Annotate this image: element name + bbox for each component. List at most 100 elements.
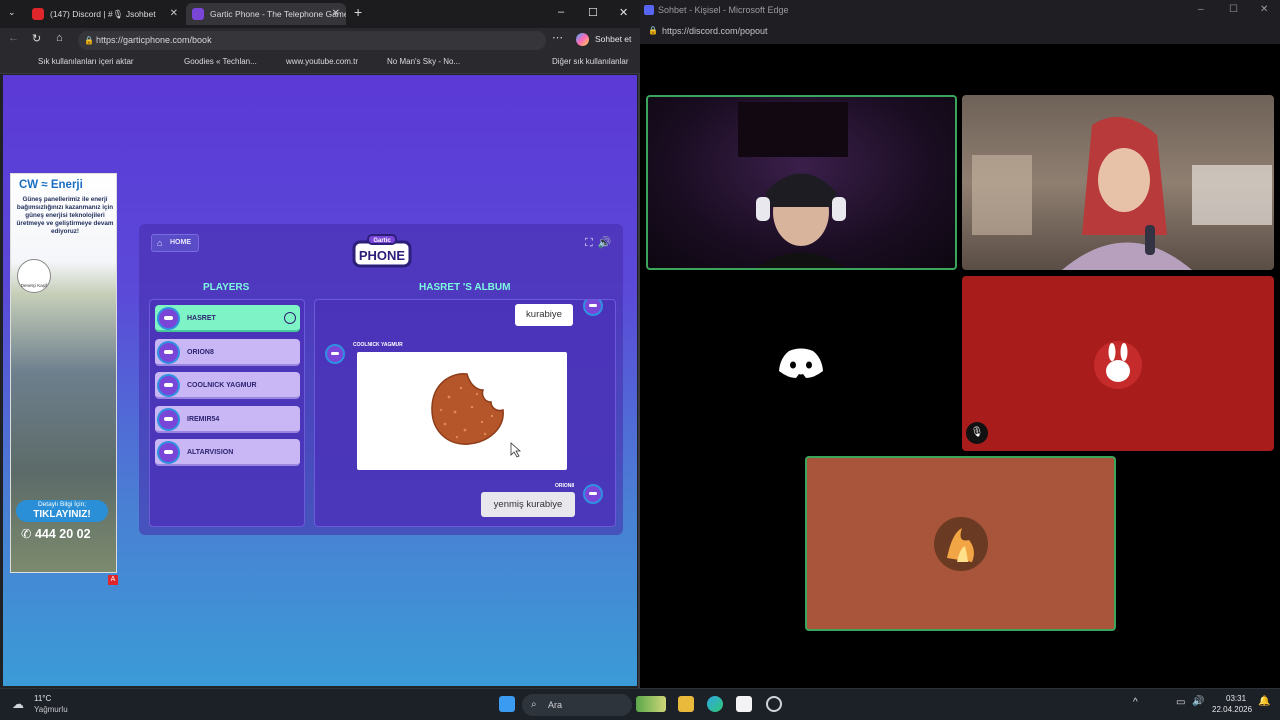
weather-temp: 11°C	[34, 694, 52, 703]
address-bar: 🔒 https://discord.com/popout	[640, 20, 1280, 44]
player-avatar	[157, 441, 180, 464]
player-name: HASRET	[187, 315, 216, 322]
chat-button[interactable]: Sohbet et	[595, 34, 631, 44]
bookmark-import[interactable]: Sık kullanılanları içeri aktar	[38, 57, 134, 66]
album-view: kurabiye COOLNICK YAGMUR ORION8 yenmiş k…	[314, 299, 616, 527]
start-icon[interactable]	[499, 696, 515, 712]
solar-ad[interactable]: CW ≈ Enerji Güneş panellerimiz ile enerj…	[10, 173, 117, 573]
guesser-avatar	[583, 300, 603, 316]
new-tab-button[interactable]: +	[354, 4, 362, 20]
tile-bunny-avatar[interactable]: 🎙	[962, 276, 1274, 451]
ad-phone-number: 444 20 02	[34, 527, 91, 541]
ad-cta-button[interactable]: Detaylı Bilgi İçin; TIKLAYINIZ!	[16, 500, 108, 522]
home-icon[interactable]: ⌂	[56, 32, 63, 44]
discord-logo-icon	[779, 348, 823, 378]
bookmark-other[interactable]: Diğer sık kullanılanlar	[552, 57, 628, 66]
copilot-icon[interactable]	[576, 33, 589, 46]
drawer-name: COOLNICK YAGMUR	[353, 342, 403, 348]
cookie-drawing	[431, 373, 522, 458]
player-avatar	[157, 341, 180, 364]
weather-icon[interactable]: ☁	[12, 697, 24, 711]
player-name: ALTARVISION	[187, 449, 234, 456]
video-tile-1[interactable]	[646, 95, 957, 270]
maximize-button[interactable]: ☐	[1229, 0, 1238, 20]
player-avatar	[157, 374, 180, 397]
player-status-icon	[284, 312, 296, 324]
refresh-icon[interactable]: ↻	[32, 32, 41, 45]
ad-phone: ✆ 444 20 02	[21, 527, 91, 541]
volume-icon[interactable]: 🔊	[598, 237, 617, 249]
bookmarks-bar: Sık kullanılanları içeri aktar Goodies «…	[0, 52, 640, 74]
tab-discord[interactable]: (147) Discord | #🎙 Jsohbet ✕	[26, 3, 184, 25]
discord-browser-window: Sohbet - Kişisel - Microsoft Edge – ☐ ✕ …	[640, 0, 1280, 688]
player-item[interactable]: IREMIR54	[155, 406, 300, 433]
minimize-button[interactable]: –	[558, 6, 564, 18]
drawer-avatar	[325, 344, 345, 364]
fire-avatar-icon	[934, 517, 988, 571]
ad-badge[interactable]: A	[108, 575, 118, 585]
home-label: HOME	[170, 239, 191, 246]
bookmark-goodies[interactable]: Goodies « Techlan...	[184, 57, 257, 66]
bunny-avatar-icon	[1094, 341, 1142, 389]
players-title: PLAYERS	[203, 282, 250, 293]
muted-mic-icon: 🎙	[966, 422, 988, 444]
fullscreen-icon[interactable]: ⛶	[585, 237, 598, 249]
home-button[interactable]: ⌂ HOME	[151, 234, 199, 252]
ad-text: Güneş panellerimiz ile enerji bağımsızlı…	[16, 196, 114, 235]
ad-cta-line2: TIKLAYINIZ!	[33, 509, 91, 520]
tab-title: (147) Discord | #🎙 Jsohbet	[50, 9, 156, 19]
bookmark-youtube[interactable]: www.youtube.com.tr	[286, 57, 358, 66]
tab-gartic[interactable]: Gartic Phone - The Telephone Game ✕	[186, 3, 346, 25]
drawing-canvas	[357, 352, 567, 470]
streamer-female-figure	[972, 117, 1272, 270]
back-icon[interactable]: ←	[8, 32, 19, 44]
guess-bubble: kurabiye	[515, 304, 573, 326]
home-icon: ⌂	[157, 238, 163, 248]
ad-logo: Denetçi Kaşif	[17, 259, 51, 293]
player-item[interactable]: ALTARVISION	[155, 439, 300, 466]
player-item[interactable]: HASRET	[155, 305, 300, 332]
gartic-tab-icon	[192, 8, 204, 20]
edge-icon[interactable]	[707, 696, 723, 712]
tile-fire-avatar[interactable]	[805, 456, 1116, 631]
url-text: https://garticphone.com/book	[96, 35, 212, 45]
player-item[interactable]: ORION8	[155, 339, 300, 366]
edge-icon	[644, 5, 654, 15]
gartic-browser-window: ⌄ (147) Discord | #🎙 Jsohbet ✕ Gartic Ph…	[0, 0, 640, 688]
url-text[interactable]: https://discord.com/popout	[662, 26, 768, 36]
notification-icon[interactable]: 🔔	[1258, 696, 1270, 707]
player-avatar	[157, 307, 180, 330]
tab-title: Gartic Phone - The Telephone Game	[210, 9, 346, 19]
menu-icon[interactable]: ⋯	[552, 31, 563, 44]
tray-chevron-icon[interactable]: ^	[1133, 697, 1138, 708]
window-title-text: Sohbet - Kişisel - Microsoft Edge	[658, 5, 789, 15]
maximize-button[interactable]: ☐	[588, 6, 598, 19]
tab-actions-icon[interactable]: ⌄	[8, 7, 16, 18]
url-field[interactable]: 🔒 https://garticphone.com/book	[78, 31, 546, 50]
close-button[interactable]: ✕	[619, 6, 628, 19]
close-icon[interactable]: ✕	[332, 3, 340, 25]
player-item[interactable]: COOLNICK YAGMUR	[155, 372, 300, 399]
window-title: Sohbet - Kişisel - Microsoft Edge – ☐ ✕	[640, 0, 1280, 20]
search-icon: ⌕	[531, 699, 537, 710]
file-explorer-icon[interactable]	[678, 696, 694, 712]
minimize-button[interactable]: –	[1198, 0, 1204, 20]
video-tile-2[interactable]	[962, 95, 1274, 270]
search-box[interactable]: ⌕ Ara	[522, 694, 632, 716]
store-icon[interactable]	[736, 696, 752, 712]
close-icon[interactable]: ✕	[170, 3, 178, 25]
app-icon[interactable]	[766, 696, 782, 712]
weather-desc: Yağmurlu	[34, 705, 68, 714]
player-name: IREMIR54	[187, 416, 220, 423]
last-guesser-name: ORION8	[555, 483, 575, 489]
player-name: COOLNICK YAGMUR	[187, 382, 257, 389]
clock-time[interactable]: 03:31	[1226, 694, 1246, 703]
clock-date[interactable]: 22.04.2026	[1212, 705, 1252, 714]
widgets-icon[interactable]	[636, 696, 666, 712]
tile-discord-logo[interactable]	[646, 276, 957, 451]
bookmark-nomanssky[interactable]: No Man's Sky - No...	[387, 57, 460, 66]
network-icon[interactable]: ▭	[1176, 697, 1185, 708]
close-button[interactable]: ✕	[1260, 0, 1268, 20]
gartic-page: CW ≈ Enerji Güneş panellerimiz ile enerj…	[3, 75, 637, 686]
volume-icon[interactable]: 🔊	[1192, 696, 1204, 707]
